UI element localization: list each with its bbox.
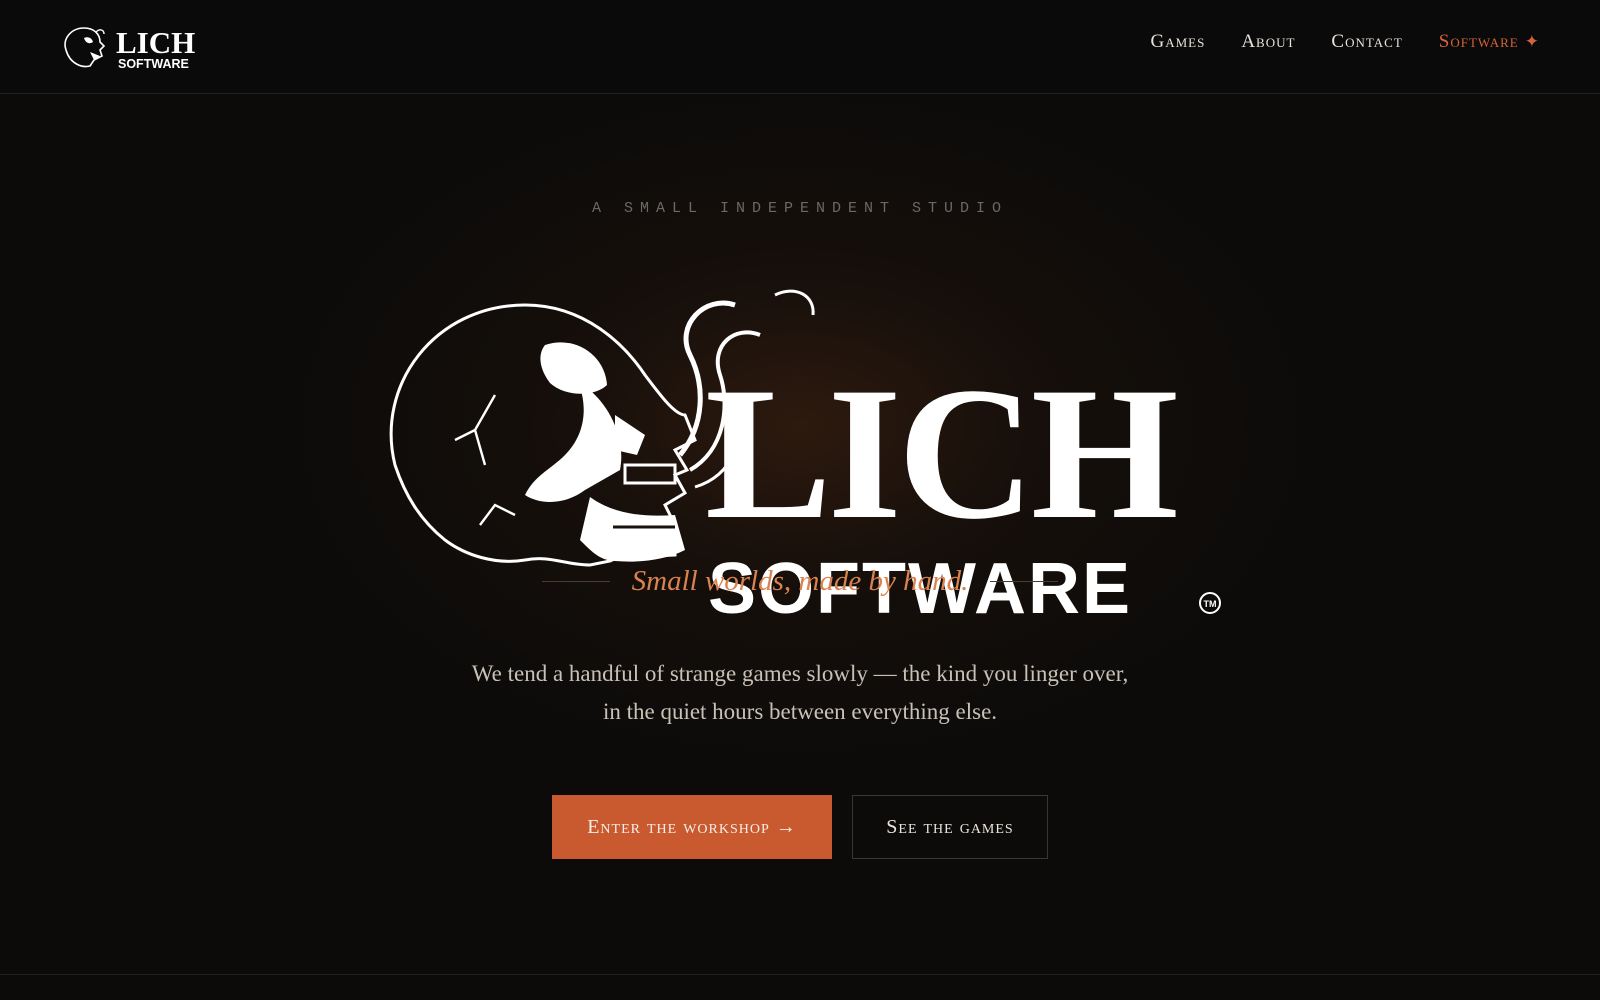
hero-blurb-line-1: We tend a handful of strange games slowl… <box>471 661 1129 686</box>
nav-item-about[interactable]: About <box>1241 31 1295 53</box>
cta-row: Enter the workshop → See the games <box>0 795 1600 859</box>
hero-logo-top: LICH <box>705 349 1176 559</box>
hero-blurb: We tend a handful of strange games slowl… <box>400 655 1200 731</box>
nav-item-software-label: Software <box>1438 31 1519 52</box>
nav-item-software[interactable]: Software ✦ <box>1439 31 1540 53</box>
hero-eyebrow: A SMALL INDEPENDENT STUDIO <box>591 200 1009 217</box>
skull-logo-icon: LICH SOFTWARE <box>64 25 195 71</box>
skull-icon <box>389 303 697 567</box>
site-header: LICH SOFTWARE Games About Contact Softwa… <box>0 0 1600 94</box>
tagline-rule-right <box>990 581 1059 582</box>
enter-workshop-button[interactable]: Enter the workshop → <box>552 795 832 859</box>
hero-blurb-line-2: in the quiet hours between everything el… <box>602 699 998 724</box>
main-nav: Games About Contact Software ✦ <box>1150 31 1540 53</box>
trademark-text: TM <box>1204 599 1217 609</box>
tagline-rule-left <box>541 581 610 582</box>
brand-logo-bottom: SOFTWARE <box>118 57 189 71</box>
brand-logo-top: LICH <box>116 25 195 60</box>
brand-logo-link[interactable]: LICH SOFTWARE <box>60 20 210 74</box>
see-games-button[interactable]: See the games <box>852 795 1048 859</box>
hero-tagline: Small worlds, made by hand. <box>631 565 969 597</box>
nav-item-games[interactable]: Games <box>1150 31 1205 53</box>
tagline-row: Small worlds, made by hand. <box>0 565 1600 598</box>
hero-section: A SMALL INDEPENDENT STUDIO LICH SOFTWARE <box>0 95 1600 973</box>
sparkle-icon: ✦ <box>1524 32 1540 51</box>
footer-divider <box>0 974 1600 975</box>
nav-item-contact[interactable]: Contact <box>1331 31 1402 53</box>
